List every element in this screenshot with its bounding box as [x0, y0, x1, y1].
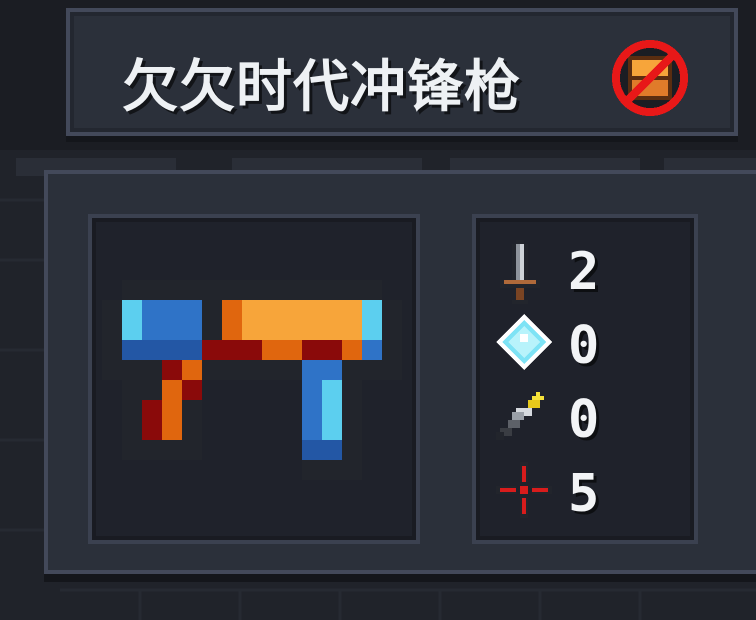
stat-crit-value: 0: [568, 390, 600, 450]
no-chest-icon: [612, 40, 688, 116]
smg-weapon-sprite: [102, 280, 402, 480]
weapon-title-bar: 欠欠时代冲锋枪: [66, 8, 738, 136]
sword-icon: [500, 240, 540, 304]
crystal-icon: [496, 314, 552, 370]
weapon-preview-frame: [88, 214, 420, 544]
stat-damage-value: 2: [568, 242, 600, 302]
stat-damage: 2: [496, 240, 686, 310]
crit-knife-icon: [496, 392, 544, 440]
weapon-name: 欠欠时代冲锋枪: [122, 55, 521, 120]
stat-crit: 0: [496, 388, 686, 458]
stat-energy-value: 0: [568, 316, 600, 376]
weapon-stats-frame: 2 0 0 5: [472, 214, 698, 544]
stat-inaccuracy: 5: [496, 462, 686, 532]
crosshair-icon: [496, 462, 552, 518]
weapon-detail-panel: 2 0 0 5: [44, 170, 756, 574]
weapon-info-screen: 欠欠时代冲锋枪 2 0 0 5: [0, 0, 756, 620]
stat-inaccuracy-value: 5: [568, 464, 600, 524]
stat-energy-cost: 0: [496, 314, 686, 384]
